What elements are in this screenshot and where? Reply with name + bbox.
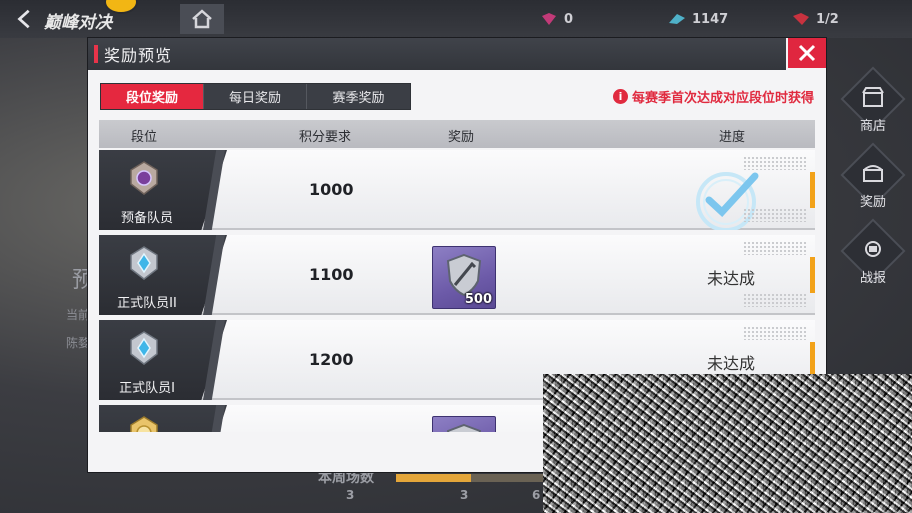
rank-badge-blue-icon bbox=[130, 246, 158, 280]
column-header-progress: 进度 bbox=[719, 130, 746, 145]
rewards-hint: i 每赛季首次达成对应段位时获得 bbox=[612, 87, 814, 106]
tab-season-rewards[interactable]: 赛季奖励 bbox=[307, 84, 410, 109]
back-arrow-icon bbox=[17, 9, 30, 29]
column-header-score: 积分要求 bbox=[299, 130, 352, 145]
close-button[interactable] bbox=[786, 38, 826, 70]
table-header: 段位 积分要求 奖励 进度 bbox=[99, 120, 815, 148]
reward-item[interactable]: 500 bbox=[432, 246, 496, 309]
score-requirement: 1200 bbox=[309, 350, 354, 369]
reward-quantity: 500 bbox=[464, 292, 492, 307]
table-row: 正式队员II 1100 500 未达成 bbox=[99, 235, 815, 315]
shield-sword-icon bbox=[446, 423, 482, 432]
rank-name: 正式队员I bbox=[119, 381, 175, 396]
table-row: 预备队员 1000 bbox=[99, 150, 815, 230]
resource-tokens: 1147 bbox=[668, 10, 728, 28]
hint-text: 每赛季首次达成对应段位时获得 bbox=[631, 91, 814, 106]
info-icon: i bbox=[612, 89, 628, 104]
rank-name: 正式队员II bbox=[117, 296, 177, 311]
progress-marker bbox=[810, 172, 815, 208]
progress-number: 6 bbox=[532, 488, 541, 502]
tab-daily-rewards[interactable]: 每日奖励 bbox=[204, 84, 307, 109]
rank-badge-purple-icon bbox=[130, 161, 158, 195]
resource-gems: 0 bbox=[540, 10, 573, 28]
gem-icon bbox=[542, 13, 556, 25]
tab-rank-rewards[interactable]: 段位奖励 bbox=[101, 84, 204, 109]
side-nav-label: 奖励 bbox=[859, 195, 886, 210]
resource-value: 0 bbox=[564, 11, 574, 27]
reward-chest-icon bbox=[858, 160, 888, 186]
column-header-reward: 奖励 bbox=[448, 130, 475, 145]
dialog-header: 奖励预览 bbox=[88, 38, 826, 70]
home-button[interactable] bbox=[180, 4, 224, 34]
shield-sword-icon bbox=[446, 253, 482, 297]
score-requirement: 1000 bbox=[309, 180, 354, 199]
rank-badge-blue-icon bbox=[130, 331, 158, 365]
reward-item[interactable] bbox=[432, 416, 496, 432]
side-nav-rewards[interactable]: 奖励 bbox=[840, 142, 906, 212]
progress-marker bbox=[810, 257, 815, 293]
resource-tickets: 1/2 bbox=[792, 10, 839, 28]
column-header-rank: 段位 bbox=[131, 130, 158, 145]
rank-name: 预备队员 bbox=[120, 211, 173, 226]
side-nav-shop[interactable]: 商店 bbox=[840, 66, 906, 136]
noise-overlay bbox=[543, 374, 912, 513]
close-icon bbox=[798, 44, 816, 62]
shop-icon bbox=[858, 84, 888, 110]
feather-token-icon bbox=[669, 14, 685, 24]
side-nav-battle-report[interactable]: 战报 bbox=[840, 218, 906, 288]
bg-text: 当前 bbox=[66, 308, 91, 322]
resource-value: 1/2 bbox=[816, 11, 839, 27]
top-hud-bar: 巅峰对决 0 1147 1/2 bbox=[0, 0, 912, 38]
ticket-icon bbox=[793, 13, 809, 25]
battle-report-icon bbox=[858, 236, 888, 262]
progress-number: 3 bbox=[346, 488, 355, 502]
reward-tabs: 段位奖励 每日奖励 赛季奖励 bbox=[100, 83, 411, 110]
bg-text: 陈婺 bbox=[66, 336, 91, 350]
weekly-progress-bar bbox=[396, 474, 546, 482]
back-button[interactable] bbox=[8, 6, 42, 32]
resource-value: 1147 bbox=[692, 11, 729, 27]
progress-status: 未达成 bbox=[707, 354, 756, 373]
progress-status: 未达成 bbox=[707, 269, 756, 288]
home-icon bbox=[192, 9, 212, 29]
side-nav-label: 商店 bbox=[859, 119, 886, 134]
progress-number: 3 bbox=[460, 488, 469, 502]
mode-title: 巅峰对决 bbox=[44, 13, 112, 33]
score-requirement: 1100 bbox=[309, 265, 354, 284]
side-nav-label: 战报 bbox=[859, 271, 886, 286]
dialog-title: 奖励预览 bbox=[104, 46, 173, 65]
progress-marker bbox=[810, 342, 815, 378]
rank-badge-gold-icon bbox=[130, 416, 158, 432]
